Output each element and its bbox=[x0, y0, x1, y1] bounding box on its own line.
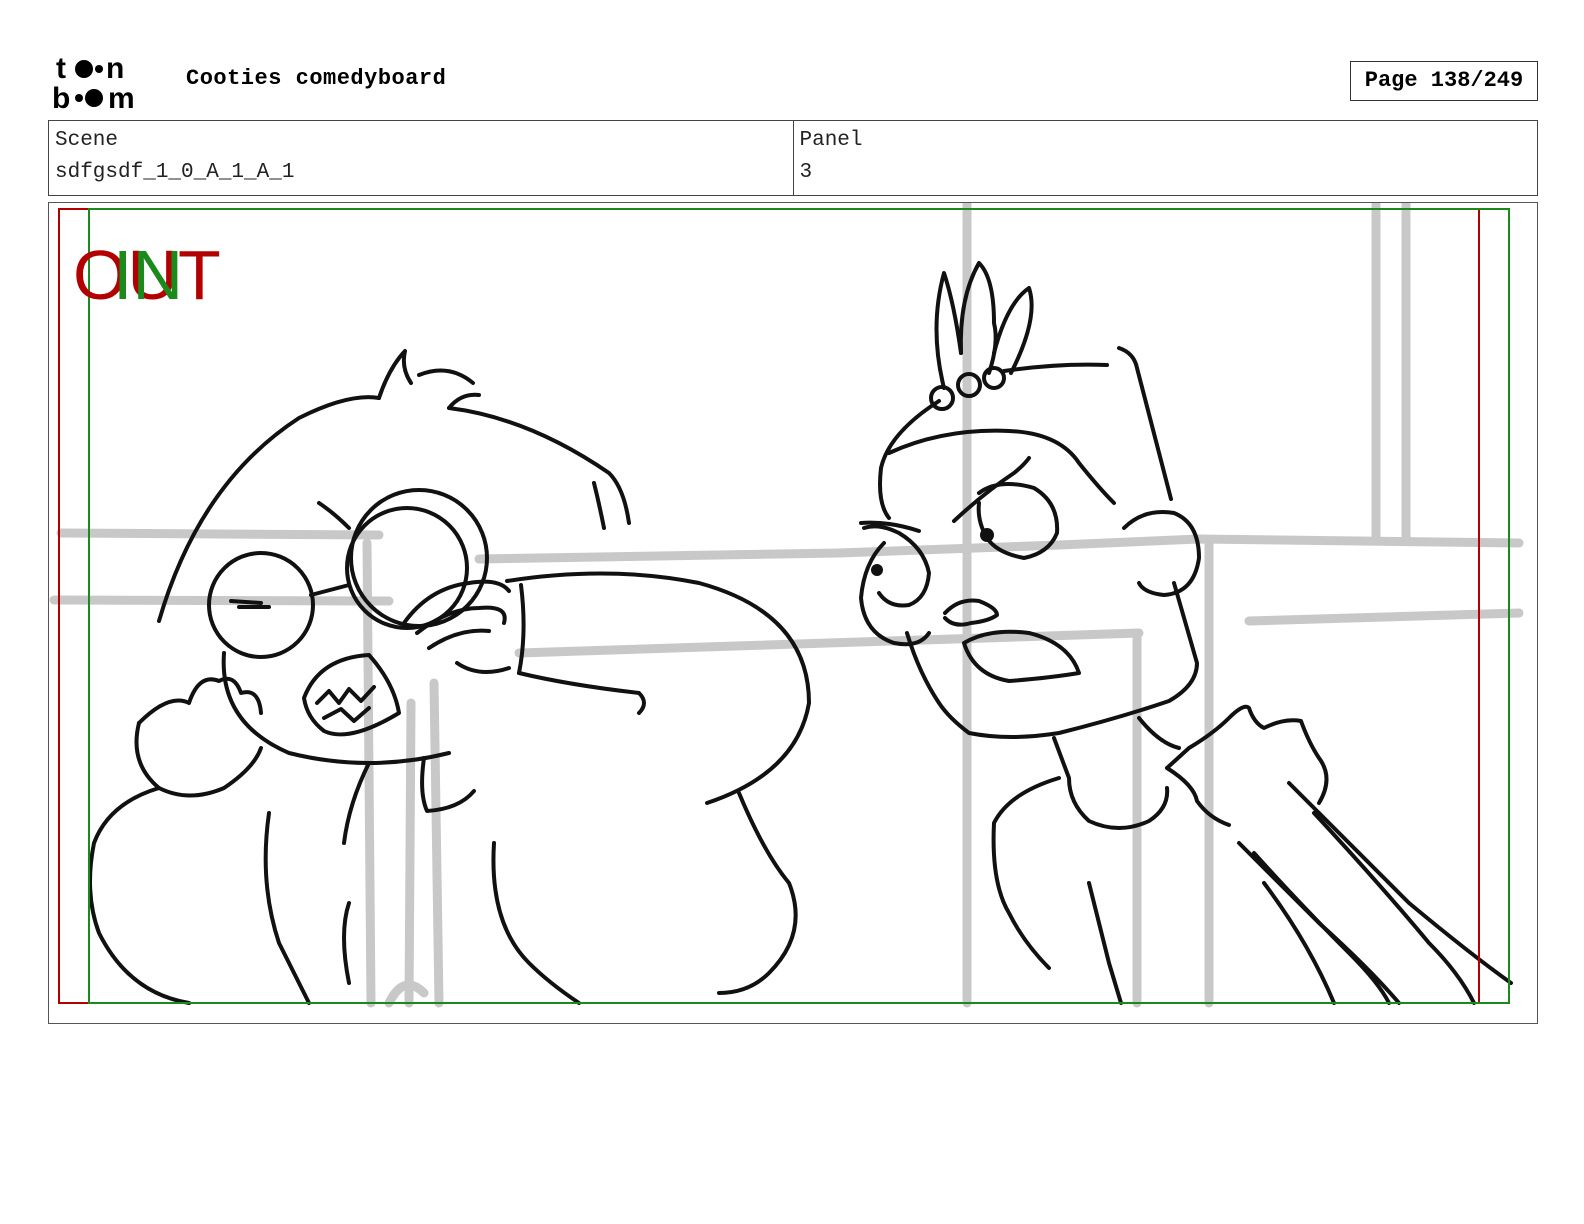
document-title: Cooties comedyboard bbox=[186, 66, 447, 91]
in-label: IN bbox=[113, 236, 183, 314]
svg-text:t: t bbox=[56, 52, 66, 85]
panel-label: Panel bbox=[799, 129, 863, 152]
toonboom-logo: t n b m bbox=[52, 52, 135, 112]
svg-text:n: n bbox=[106, 52, 124, 85]
panel-drawing: OUT IN bbox=[49, 203, 1524, 1008]
panel-cell: Panel 3 bbox=[792, 121, 1538, 195]
right-character-sketch bbox=[859, 261, 1513, 1005]
storyboard-panel: OUT IN bbox=[48, 202, 1538, 1024]
page-counter: Page 138/249 bbox=[1350, 61, 1538, 101]
scene-value: sdfgsdf_1_0_A_1_A_1 bbox=[55, 161, 295, 184]
svg-text:b: b bbox=[52, 82, 70, 112]
scene-cell: Scene sdfgsdf_1_0_A_1_A_1 bbox=[49, 121, 793, 195]
svg-text:m: m bbox=[108, 82, 135, 112]
scene-label: Scene bbox=[55, 129, 119, 152]
left-character-sketch bbox=[88, 349, 811, 1005]
in-frame-border bbox=[88, 208, 1510, 1004]
scene-panel-info: Scene sdfgsdf_1_0_A_1_A_1 Panel 3 bbox=[48, 120, 1538, 196]
panel-value: 3 bbox=[799, 161, 813, 184]
